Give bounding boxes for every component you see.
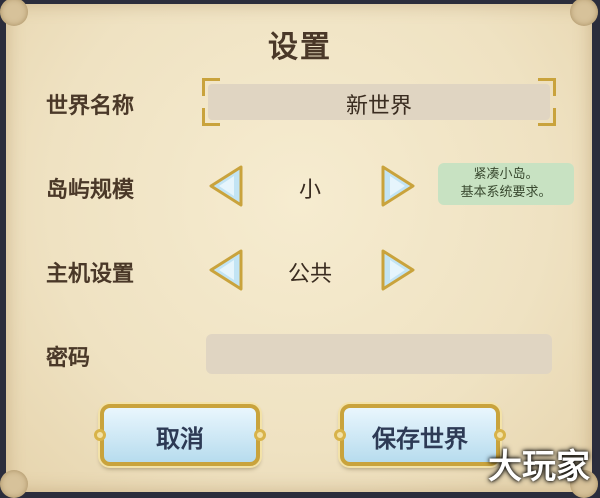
cancel-button-label: 取消	[156, 425, 204, 453]
host-setting-next-arrow-icon[interactable]	[380, 248, 416, 292]
password-input[interactable]	[206, 334, 552, 374]
settings-panel	[0, 0, 598, 498]
rivet-icon	[334, 429, 346, 441]
island-size-next-arrow-icon[interactable]	[380, 164, 416, 208]
world-name-field[interactable]: 新世界	[202, 78, 556, 126]
host-setting-value: 公共	[287, 262, 332, 287]
island-size-tooltip: 紧凑小岛。 基本系统要求。	[438, 163, 574, 205]
tooltip-line: 基本系统要求。	[460, 185, 552, 200]
host-setting-prev-arrow-icon[interactable]	[208, 248, 244, 292]
rivet-icon	[94, 429, 106, 441]
island-size-value: 小	[298, 178, 321, 203]
world-name-label: 世界名称	[46, 94, 135, 119]
tooltip-line: 紧凑小岛。	[473, 167, 539, 182]
page-title: 设置	[268, 30, 332, 65]
save-world-button[interactable]: 保存世界	[334, 404, 506, 466]
world-name-value: 新世界	[345, 94, 412, 119]
watermark: 大玩家	[488, 447, 590, 487]
rivet-icon	[254, 429, 266, 441]
save-world-button-label: 保存世界	[372, 425, 468, 453]
cancel-button[interactable]: 取消	[94, 404, 266, 466]
island-size-label: 岛屿规模	[46, 178, 135, 203]
host-setting-label: 主机设置	[46, 262, 135, 287]
island-size-prev-arrow-icon[interactable]	[208, 164, 244, 208]
password-label: 密码	[46, 346, 91, 371]
